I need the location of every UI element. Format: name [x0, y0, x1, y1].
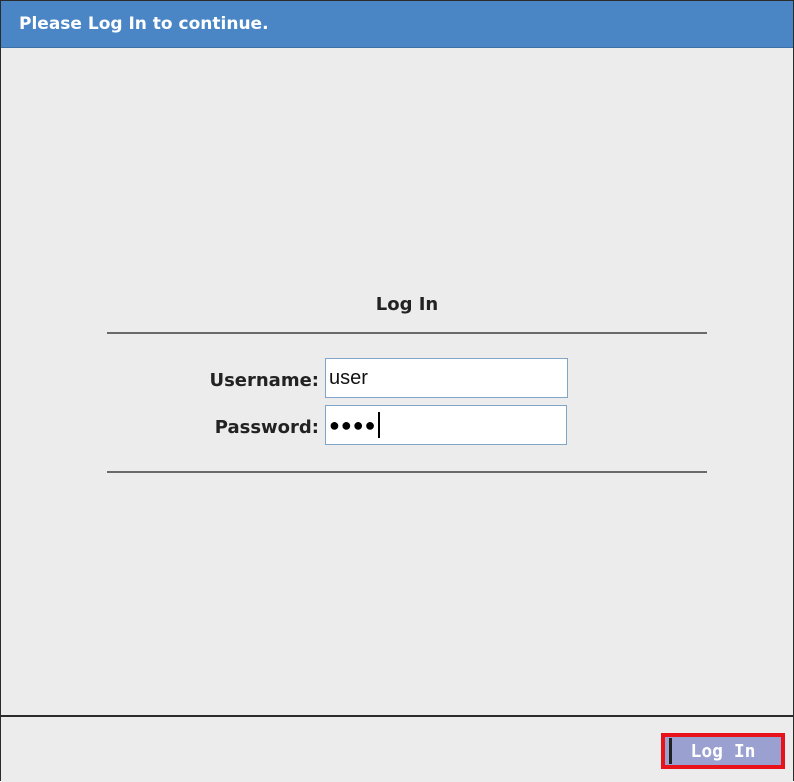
top-divider — [107, 332, 707, 334]
login-heading: Log In — [375, 294, 439, 315]
dialog-footer: Log In — [1, 715, 793, 782]
login-content: Log In Username: Password: ●●●● — [1, 48, 793, 715]
password-input[interactable]: ●●●● — [325, 405, 567, 445]
login-button-label: Log In — [690, 740, 756, 762]
username-input[interactable] — [325, 358, 568, 398]
login-button[interactable]: Log In — [661, 733, 785, 769]
title-bar: Please Log In to continue. — [1, 1, 793, 48]
bottom-divider — [107, 471, 707, 473]
login-dialog: Please Log In to continue. Log In Userna… — [0, 0, 794, 782]
password-label: Password: — [214, 417, 319, 438]
username-label: Username: — [209, 370, 319, 391]
password-masked-value: ●●●● — [329, 414, 377, 435]
text-caret — [377, 412, 380, 438]
window-title: Please Log In to continue. — [19, 14, 269, 34]
